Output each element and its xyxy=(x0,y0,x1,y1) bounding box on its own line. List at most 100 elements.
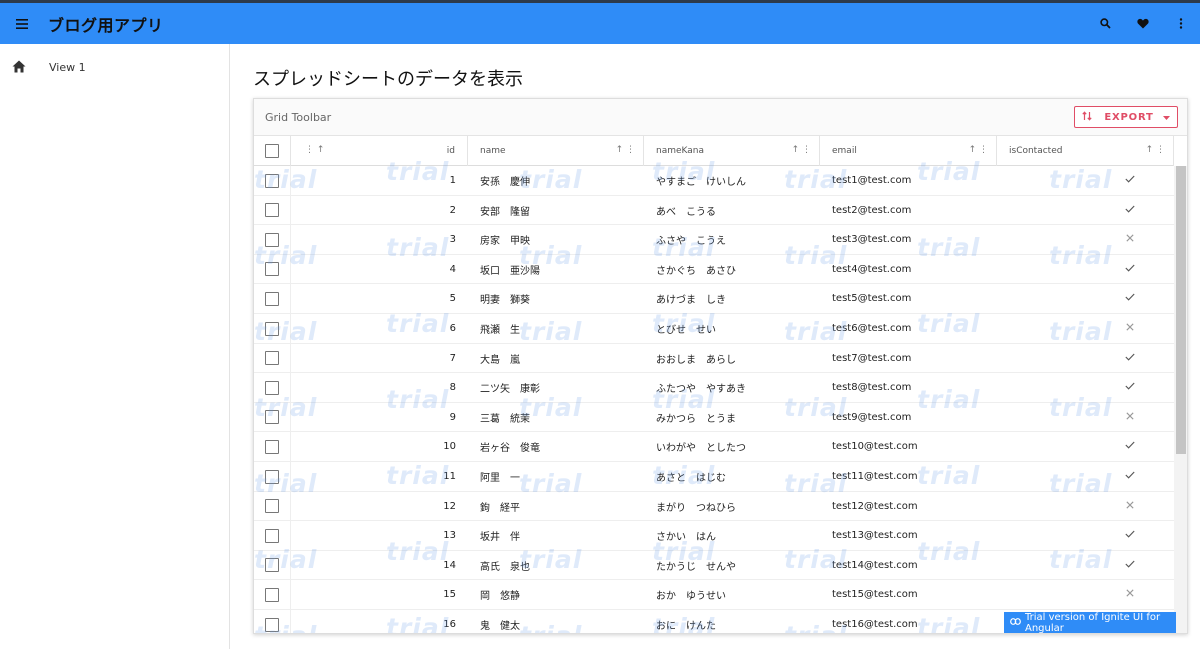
heart-icon[interactable] xyxy=(1124,9,1162,39)
cell-namekana[interactable]: やすまご けいしん xyxy=(656,166,820,195)
row-checkbox[interactable] xyxy=(265,499,279,514)
cell-name[interactable]: 高氏 泉也 xyxy=(480,551,644,580)
cell-email[interactable]: test15@test.com xyxy=(832,580,997,609)
cell-namekana[interactable]: まがり つねひら xyxy=(656,492,820,521)
table-row[interactable]: 15 岡 悠静 おか ゆうせい test15@test.com xyxy=(254,580,1174,610)
cell-name[interactable]: 二ツ矢 康彰 xyxy=(480,373,644,402)
table-row[interactable]: 1 安孫 慶伸 やすまご けいしん test1@test.com xyxy=(254,166,1174,196)
cell-namekana[interactable]: たかうじ せんや xyxy=(656,551,820,580)
cell-id[interactable]: 8 xyxy=(291,373,468,402)
cell-name[interactable]: 坂口 亜沙陽 xyxy=(480,255,644,284)
cell-namekana[interactable]: あべ こうる xyxy=(656,196,820,225)
sort-and-menu-icon[interactable]: ↑ ⋮ xyxy=(969,145,988,155)
cell-namekana[interactable]: みかつら とうま xyxy=(656,403,820,432)
cell-iscontacted[interactable] xyxy=(997,432,1174,461)
cell-email[interactable]: test4@test.com xyxy=(832,255,997,284)
cell-id[interactable]: 12 xyxy=(291,492,468,521)
row-checkbox[interactable] xyxy=(265,617,279,632)
cell-email[interactable]: test12@test.com xyxy=(832,492,997,521)
cell-name[interactable]: 岡 悠静 xyxy=(480,580,644,609)
cell-iscontacted[interactable] xyxy=(997,196,1174,225)
table-row[interactable]: 2 安部 隆留 あべ こうる test2@test.com xyxy=(254,195,1174,226)
cell-iscontacted[interactable] xyxy=(997,225,1174,254)
sort-and-menu-icon[interactable]: ↑ ⋮ xyxy=(616,145,635,155)
cell-email[interactable]: test11@test.com xyxy=(832,462,997,491)
cell-email[interactable]: test8@test.com xyxy=(832,373,997,402)
more-vert-icon[interactable] xyxy=(1162,9,1200,39)
header-namekana[interactable]: nameKana ↑ ⋮ xyxy=(644,136,820,166)
nav-item-view1[interactable]: View 1 xyxy=(0,44,229,90)
row-checkbox[interactable] xyxy=(265,469,279,484)
cell-email[interactable]: test10@test.com xyxy=(832,432,997,461)
cell-namekana[interactable]: とびせ せい xyxy=(656,314,820,343)
table-row[interactable]: 9 三葛 統茉 みかつら とうま test9@test.com xyxy=(254,402,1174,433)
row-checkbox[interactable] xyxy=(265,232,279,247)
table-row[interactable]: 6 飛瀬 生 とびせ せい test6@test.com xyxy=(254,314,1174,344)
header-id[interactable]: ⋮ ↑ id xyxy=(291,136,468,166)
column-menu-icon[interactable]: ⋮ ↑ xyxy=(305,145,324,155)
table-row[interactable]: 3 房家 甲映 ふさや こうえ test3@test.com xyxy=(254,225,1174,255)
cell-name[interactable]: 安部 隆留 xyxy=(480,196,644,225)
cell-iscontacted[interactable] xyxy=(997,580,1174,609)
cell-email[interactable]: test7@test.com xyxy=(832,344,997,373)
cell-id[interactable]: 15 xyxy=(291,580,468,609)
cell-email[interactable]: test5@test.com xyxy=(832,284,997,313)
sort-and-menu-icon[interactable]: ↑ ⋮ xyxy=(1146,145,1165,155)
cell-namekana[interactable]: ふさや こうえ xyxy=(656,225,820,254)
row-checkbox[interactable] xyxy=(265,321,279,336)
cell-iscontacted[interactable] xyxy=(997,462,1174,491)
cell-email[interactable]: test14@test.com xyxy=(832,551,997,580)
cell-id[interactable]: 16 xyxy=(291,610,468,633)
search-icon[interactable] xyxy=(1086,9,1124,39)
cell-id[interactable]: 2 xyxy=(291,196,468,225)
cell-namekana[interactable]: おか ゆうせい xyxy=(656,580,820,609)
cell-id[interactable]: 10 xyxy=(291,432,468,461)
row-checkbox[interactable] xyxy=(265,528,279,543)
cell-id[interactable]: 13 xyxy=(291,521,468,550)
trial-banner[interactable]: Trial version of Ignite UI for Angular xyxy=(1004,612,1176,633)
cell-id[interactable]: 3 xyxy=(291,225,468,254)
export-button[interactable]: EXPORT xyxy=(1074,106,1178,128)
cell-id[interactable]: 6 xyxy=(291,314,468,343)
row-checkbox[interactable] xyxy=(265,262,279,277)
table-row[interactable]: 4 坂口 亜沙陽 さかぐち あさひ test4@test.com xyxy=(254,254,1174,285)
table-row[interactable]: 10 岩ヶ谷 俊竜 いわがや としたつ test10@test.com xyxy=(254,432,1174,462)
cell-name[interactable]: 鉤 経平 xyxy=(480,492,644,521)
cell-iscontacted[interactable] xyxy=(997,166,1174,195)
row-checkbox[interactable] xyxy=(265,587,279,602)
table-row[interactable]: 5 明妻 獅葵 あけづま しき test5@test.com xyxy=(254,284,1174,314)
cell-name[interactable]: 房家 甲映 xyxy=(480,225,644,254)
cell-name[interactable]: 三葛 統茉 xyxy=(480,403,644,432)
menu-icon[interactable] xyxy=(16,18,34,29)
scrollbar-thumb[interactable] xyxy=(1176,166,1186,454)
cell-email[interactable]: test9@test.com xyxy=(832,403,997,432)
cell-namekana[interactable]: おに けんた xyxy=(656,610,820,633)
cell-email[interactable]: test16@test.com xyxy=(832,610,997,633)
cell-name[interactable]: 大島 嵐 xyxy=(480,344,644,373)
row-checkbox[interactable] xyxy=(265,173,279,188)
row-checkbox[interactable] xyxy=(265,291,279,306)
select-all-checkbox[interactable] xyxy=(265,144,279,158)
row-checkbox[interactable] xyxy=(265,380,279,395)
cell-iscontacted[interactable] xyxy=(997,314,1174,343)
row-checkbox[interactable] xyxy=(265,558,279,573)
cell-namekana[interactable]: さかぐち あさひ xyxy=(656,255,820,284)
cell-id[interactable]: 1 xyxy=(291,166,468,195)
cell-iscontacted[interactable] xyxy=(997,255,1174,284)
cell-email[interactable]: test6@test.com xyxy=(832,314,997,343)
cell-name[interactable]: 飛瀬 生 xyxy=(480,314,644,343)
cell-namekana[interactable]: さかい はん xyxy=(656,521,820,550)
cell-iscontacted[interactable] xyxy=(997,284,1174,313)
cell-name[interactable]: 明妻 獅葵 xyxy=(480,284,644,313)
table-row[interactable]: 11 阿里 一 あさと はじむ test11@test.com xyxy=(254,462,1174,492)
cell-namekana[interactable]: あさと はじむ xyxy=(656,462,820,491)
header-name[interactable]: name ↑ ⋮ xyxy=(468,136,644,166)
header-iscontacted[interactable]: isContacted ↑ ⋮ xyxy=(997,136,1174,166)
table-row[interactable]: 8 二ツ矢 康彰 ふたつや やすあき test8@test.com xyxy=(254,373,1174,403)
cell-iscontacted[interactable] xyxy=(997,403,1174,432)
sort-and-menu-icon[interactable]: ↑ ⋮ xyxy=(792,145,811,155)
cell-iscontacted[interactable] xyxy=(997,521,1174,550)
cell-email[interactable]: test3@test.com xyxy=(832,225,997,254)
cell-id[interactable]: 9 xyxy=(291,403,468,432)
cell-name[interactable]: 阿里 一 xyxy=(480,462,644,491)
